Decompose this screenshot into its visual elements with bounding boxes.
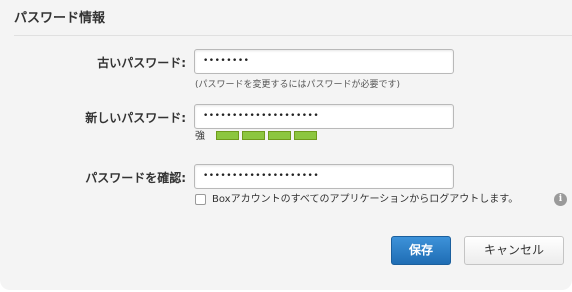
strength-segment bbox=[242, 131, 265, 140]
password-strength-label: 強 bbox=[195, 131, 205, 142]
strength-segment bbox=[216, 131, 239, 140]
new-password-field[interactable]: •••••••••••••••••••• bbox=[194, 104, 454, 129]
old-password-hint: (パスワードを変更するにはパスワードが必要です) bbox=[195, 80, 401, 90]
confirm-password-field[interactable]: •••••••••••••••••••• bbox=[194, 164, 454, 189]
new-password-label: 新しいパスワード: bbox=[85, 111, 186, 125]
info-icon[interactable]: i bbox=[554, 193, 567, 206]
logout-all-apps-checkbox[interactable] bbox=[195, 194, 206, 205]
strength-segment bbox=[294, 131, 317, 140]
old-password-field[interactable]: •••••••• bbox=[194, 49, 454, 74]
logout-all-apps-label[interactable]: Boxアカウントのすべてのアプリケーションからログアウトします。 bbox=[212, 193, 518, 206]
old-password-label: 古いパスワード: bbox=[97, 56, 186, 70]
password-strength-meter bbox=[216, 131, 317, 140]
section-divider bbox=[14, 35, 572, 36]
cancel-button[interactable]: キャンセル bbox=[464, 236, 564, 265]
strength-segment bbox=[268, 131, 291, 140]
confirm-password-label: パスワードを確認: bbox=[85, 171, 186, 185]
section-title: パスワード情報 bbox=[14, 11, 106, 26]
save-button[interactable]: 保存 bbox=[391, 236, 451, 265]
password-settings-panel: パスワード情報 古いパスワード: •••••••• (パスワードを変更するにはパ… bbox=[0, 0, 572, 290]
